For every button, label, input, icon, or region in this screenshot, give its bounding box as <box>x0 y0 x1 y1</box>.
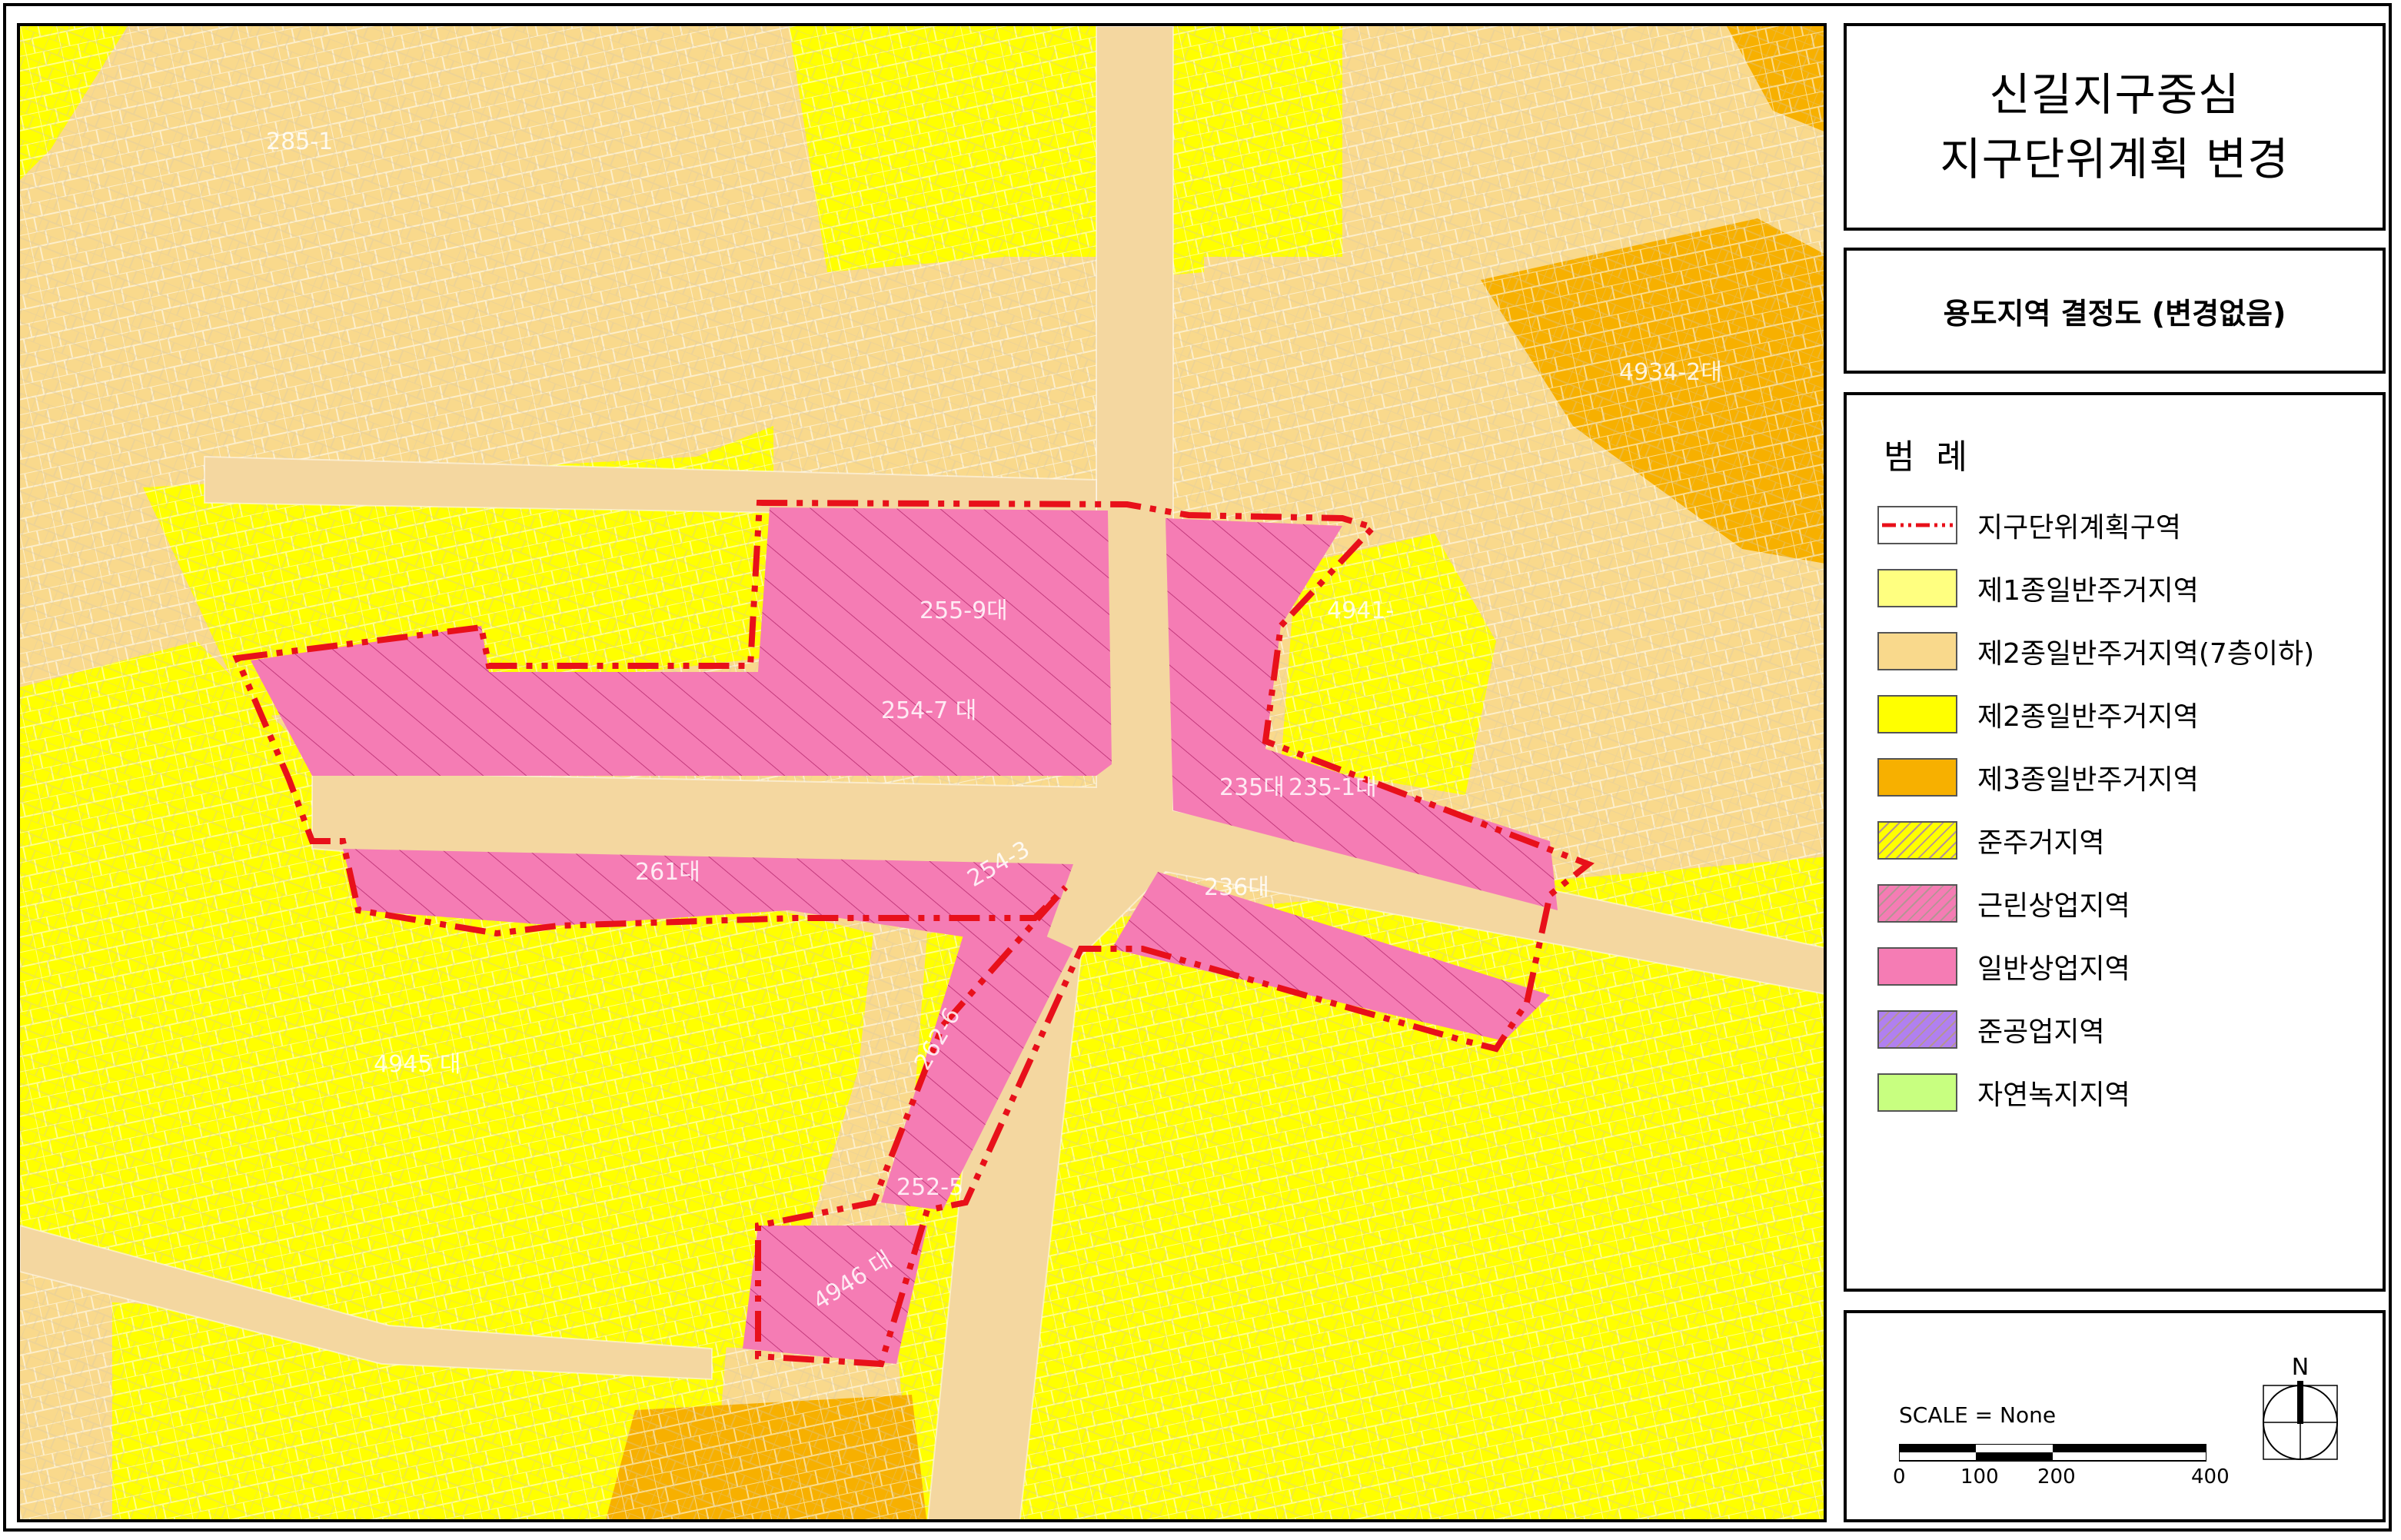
legend-item: 제2종일반주거지역 <box>1877 683 2314 746</box>
subtitle-box: 용도지역 결정도 (변경없음) <box>1844 248 2386 374</box>
map-label: 4941- <box>1327 597 1394 624</box>
scale-label: SCALE = None <box>1899 1402 2057 1428</box>
map-label: 235-1대 <box>1289 774 1377 801</box>
scale-box: SCALE = None 0 100 200 400 N <box>1844 1310 2386 1522</box>
north-arrow-icon: N <box>2263 1354 2338 1460</box>
title-line-2: 지구단위계획 변경 <box>1940 133 2290 185</box>
north-label: N <box>2292 1354 2309 1381</box>
legend-label: 준주거지역 <box>1977 827 2105 859</box>
map-label: 254-7 대 <box>881 697 976 724</box>
legend-item: 제1종일반주거지역 <box>1877 557 2314 620</box>
legend-label: 근린상업지역 <box>1977 890 2130 922</box>
scale-tick: 100 <box>1960 1465 1999 1488</box>
legend-swatch <box>1877 758 1957 797</box>
legend-item: 지구단위계획구역 <box>1877 494 2314 557</box>
legend-item: 제3종일반주거지역 <box>1877 746 2314 809</box>
map-label: 236대 <box>1204 874 1269 901</box>
legend-label: 지구단위계획구역 <box>1977 512 2181 544</box>
legend-label: 제1종일반주거지역 <box>1977 575 2199 607</box>
legend-swatch <box>1877 1073 1957 1112</box>
legend-label: 일반상업지역 <box>1977 953 2130 985</box>
legend-label: 준공업지역 <box>1977 1016 2105 1048</box>
legend-swatch <box>1877 821 1957 860</box>
zoning-map[interactable]: 285-1 255-9대 254-7 대 261대 254-3 235-1대 2… <box>17 23 1827 1522</box>
map-canvas: 285-1 255-9대 254-7 대 261대 254-3 235-1대 2… <box>20 26 1824 1519</box>
map-label: 235대 <box>1219 774 1285 801</box>
title-line-1: 신길지구중심 <box>1989 68 2240 121</box>
scale-tick: 400 <box>2191 1465 2230 1488</box>
legend-label: 제2종일반주거지역 <box>1977 701 2199 733</box>
legend-item: 근린상업지역 <box>1877 872 2314 935</box>
legend-swatch <box>1877 506 1957 544</box>
legend-swatch <box>1877 569 1957 607</box>
legend-swatch <box>1877 1010 1957 1049</box>
legend-item: 제2종일반주거지역(7층이하) <box>1877 620 2314 683</box>
legend-item: 준주거지역 <box>1877 809 2314 872</box>
legend-label: 자연녹지지역 <box>1977 1079 2130 1111</box>
legend-heading: 범례 <box>1884 437 1989 477</box>
map-label: 4945 대 <box>374 1051 461 1078</box>
legend-item: 자연녹지지역 <box>1877 1061 2314 1124</box>
title-box: 신길지구중심 지구단위계획 변경 <box>1844 23 2386 231</box>
legend-swatch <box>1877 632 1957 670</box>
legend-label: 제2종일반주거지역(7층이하) <box>1977 638 2315 670</box>
scale-bar <box>1899 1444 2206 1462</box>
legend-swatch <box>1877 884 1957 923</box>
legend-swatch <box>1877 695 1957 733</box>
scale-tick: 200 <box>2037 1465 2076 1488</box>
legend-list: 지구단위계획구역제1종일반주거지역제2종일반주거지역(7층이하) 제2종일반주거지… <box>1877 494 2314 1124</box>
legend-item: 일반상업지역 <box>1877 935 2314 998</box>
map-label: 261대 <box>635 859 700 886</box>
map-label: 285-1 <box>266 128 333 155</box>
legend-swatch <box>1877 947 1957 986</box>
legend-label: 제3종일반주거지역 <box>1977 764 2199 796</box>
map-subtitle: 용도지역 결정도 (변경없음) <box>1943 296 2286 331</box>
legend-item: 준공업지역 <box>1877 998 2314 1061</box>
scale-tick: 0 <box>1893 1465 1906 1488</box>
map-label: 255-9대 <box>919 597 1008 624</box>
map-label: 252-5 <box>896 1174 963 1201</box>
legend-box: 범례 지구단위계획구역제1종일반주거지역제2종일반주거지역(7층이하) 제2종일반… <box>1844 392 2386 1292</box>
map-label: 4934-2대 <box>1619 359 1722 386</box>
